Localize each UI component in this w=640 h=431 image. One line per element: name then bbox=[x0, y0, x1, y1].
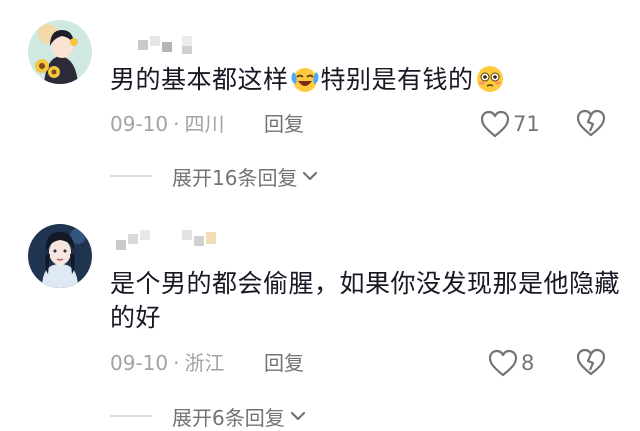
like-button[interactable]: 71 bbox=[480, 109, 540, 139]
like-count: 8 bbox=[521, 351, 535, 375]
expand-replies-button[interactable]: 展开16条回复 bbox=[110, 162, 319, 190]
comment-date: 09-10 bbox=[110, 351, 169, 375]
heart-icon bbox=[480, 110, 510, 138]
like-button[interactable]: 8 bbox=[488, 348, 534, 378]
expand-replies-button[interactable]: 展开6条回复 bbox=[110, 402, 307, 430]
expand-replies-label: 展开6条回复 bbox=[172, 405, 285, 430]
user-avatar[interactable] bbox=[28, 224, 92, 288]
comment-date: 09-10 bbox=[110, 112, 169, 136]
reply-button[interactable]: 回复 bbox=[264, 110, 304, 138]
comment-text: 是个男的都会偷腥，如果你没发现那是他隐藏的好 bbox=[110, 267, 620, 335]
comment-text: 男的基本都这样 特别是有钱的 bbox=[110, 63, 620, 97]
comment-meta: 09-10 · 浙江 bbox=[110, 349, 224, 377]
comment-location: 四川 bbox=[184, 112, 225, 136]
meta-separator: · bbox=[173, 351, 180, 375]
broken-heart-icon bbox=[576, 348, 606, 376]
comment-text-part: 特别是有钱的 bbox=[320, 65, 474, 94]
dislike-button[interactable] bbox=[576, 348, 606, 378]
heart-icon bbox=[488, 349, 518, 377]
dislike-button[interactable] bbox=[576, 109, 606, 139]
like-count: 71 bbox=[513, 112, 540, 136]
chevron-down-icon bbox=[303, 171, 318, 181]
user-avatar[interactable] bbox=[28, 20, 92, 84]
comment-item: 是个男的都会偷腥，如果你没发现那是他隐藏的好 09-10 · 浙江 回复 8 展开6… bbox=[0, 210, 640, 430]
comment-item: 男的基本都这样 特别是有钱的 09-10 · 四川 回复 71 展开16条回复 bbox=[0, 0, 640, 210]
meta-separator: · bbox=[173, 112, 180, 136]
comment-location: 浙江 bbox=[184, 351, 225, 375]
comment-meta: 09-10 · 四川 bbox=[110, 110, 224, 138]
expand-replies-label: 展开16条回复 bbox=[172, 165, 298, 190]
comment-text-part: 是个男的都会偷腥，如果你没发现那是他隐藏的好 bbox=[110, 269, 621, 332]
username-masked[interactable] bbox=[110, 34, 210, 56]
divider-line bbox=[110, 415, 152, 417]
laughing-crying-emoji-icon bbox=[291, 68, 319, 92]
username-masked[interactable] bbox=[110, 230, 220, 252]
avatar-girl-sunflower-icon bbox=[28, 20, 92, 84]
flushed-face-emoji-icon bbox=[476, 66, 503, 92]
chevron-down-icon bbox=[290, 411, 305, 421]
reply-button[interactable]: 回复 bbox=[264, 349, 304, 377]
broken-heart-icon bbox=[576, 109, 606, 137]
divider-line bbox=[110, 175, 152, 177]
avatar-woman-portrait-icon bbox=[28, 224, 92, 288]
comment-text-part: 男的基本都这样 bbox=[110, 65, 289, 94]
